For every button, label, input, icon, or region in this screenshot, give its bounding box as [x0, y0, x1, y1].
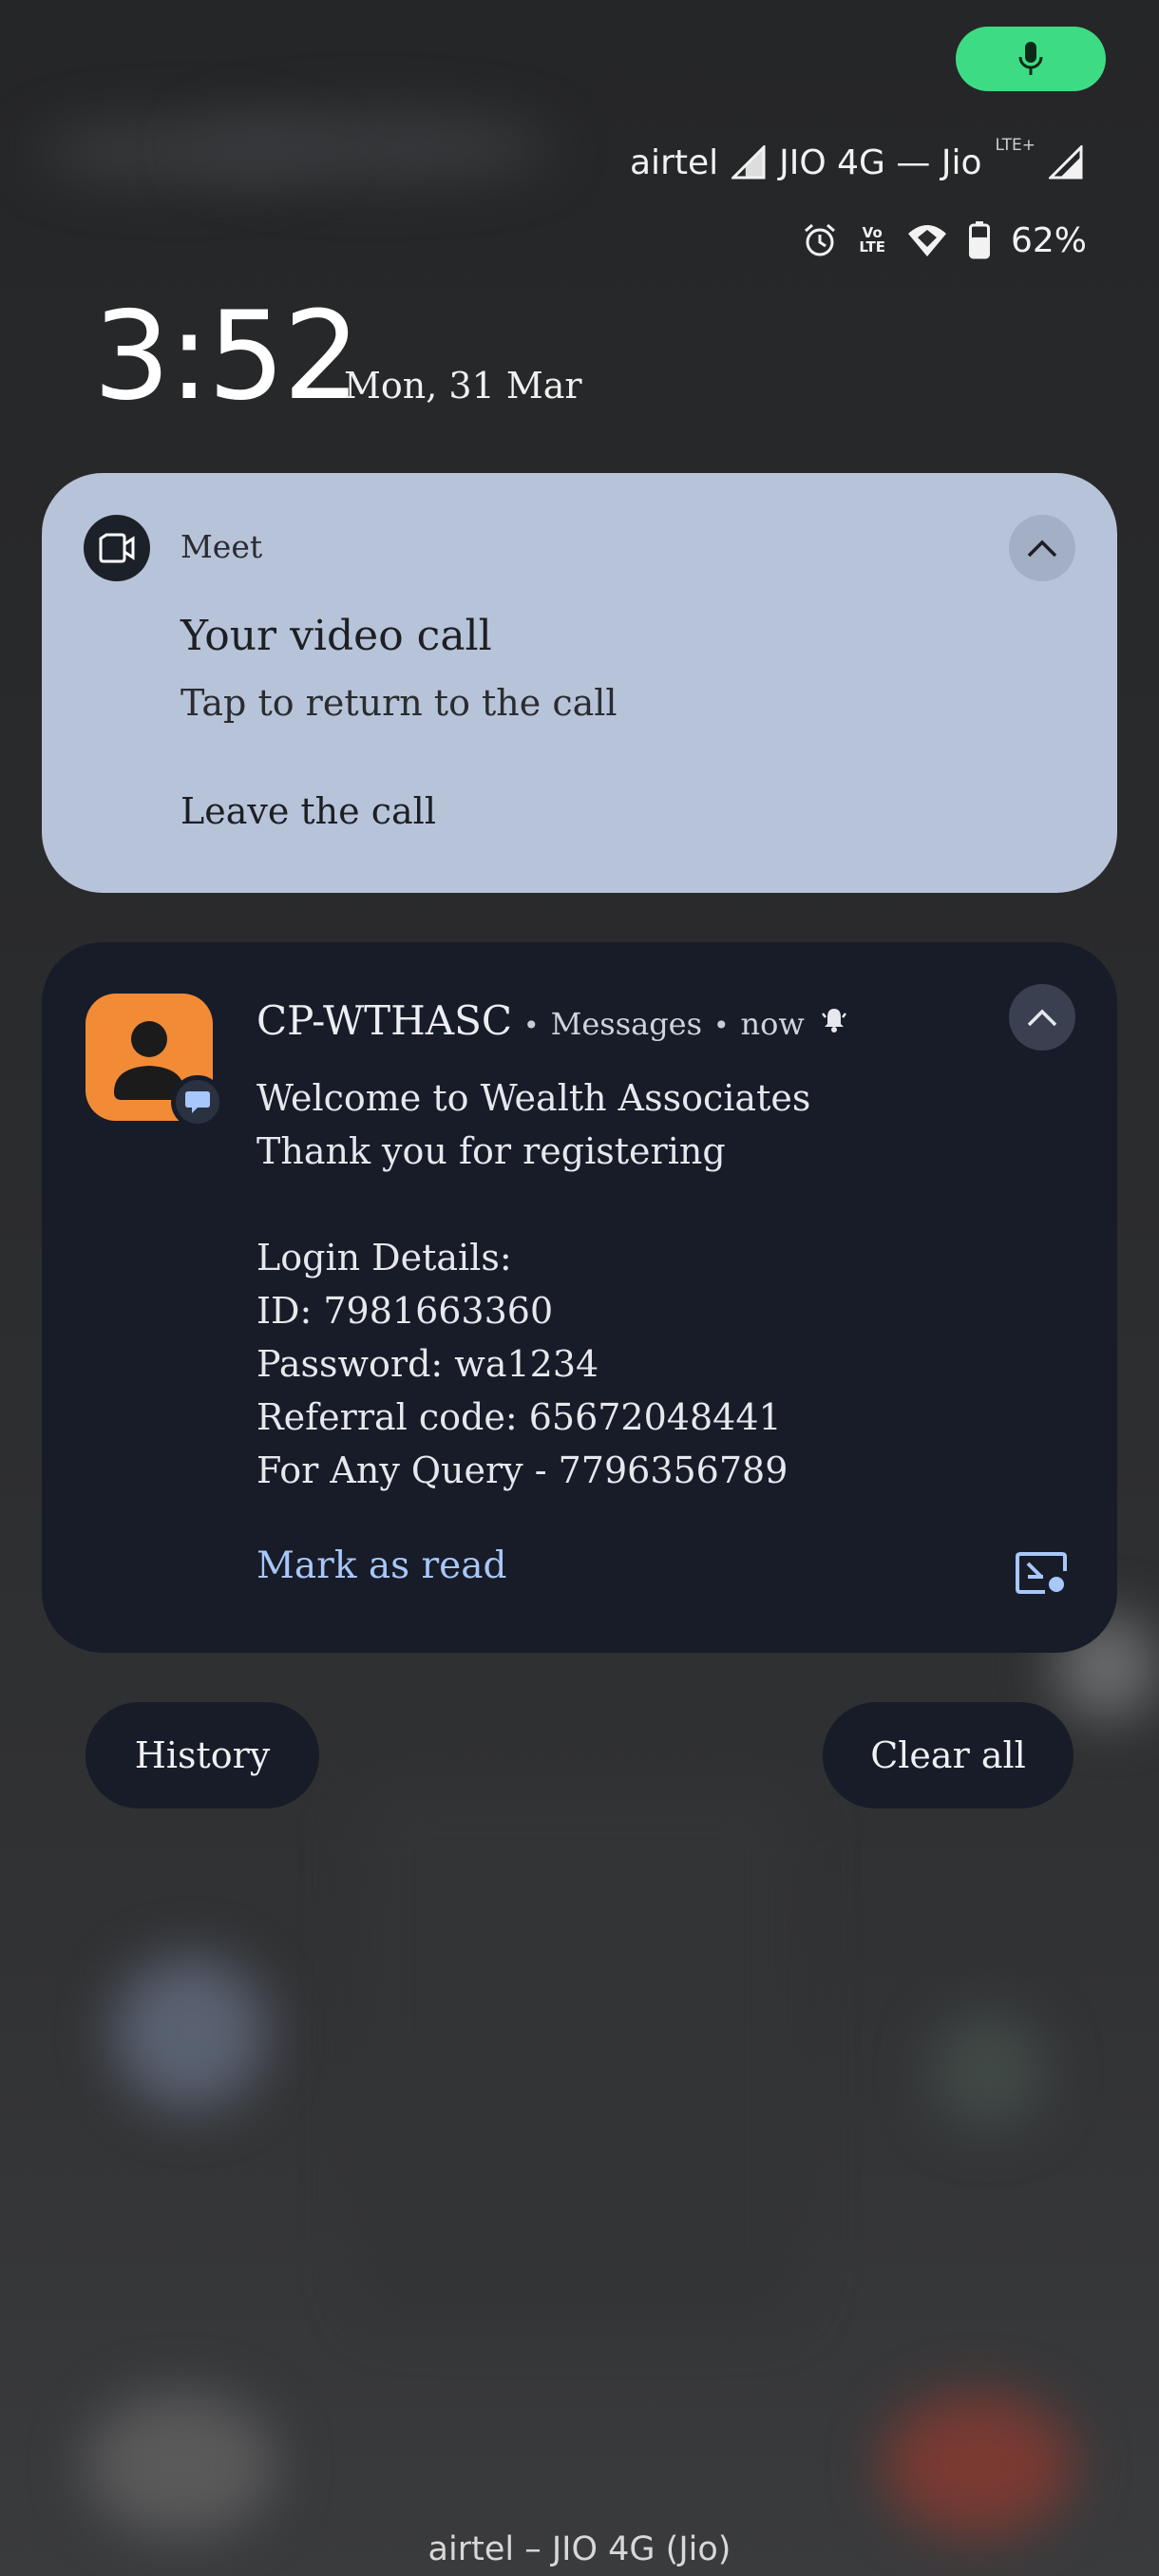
separator-dot: • — [523, 1010, 540, 1041]
mark-as-read-button[interactable]: Mark as read — [256, 1544, 506, 1587]
lockscreen-carrier-label: airtel – JIO 4G (Jio) — [428, 2530, 732, 2568]
video-camera-icon — [84, 515, 150, 581]
chevron-up-icon — [1027, 1009, 1057, 1027]
collapse-notification-button[interactable] — [1009, 515, 1075, 581]
history-button[interactable]: History — [86, 1702, 319, 1809]
alarm-icon — [805, 223, 836, 256]
meet-notification-card[interactable]: Meet Your video call Tap to return to th… — [42, 473, 1117, 893]
lockscreen-date: Mon, 31 Mar — [344, 365, 582, 407]
notification-text: Tap to return to the call — [180, 682, 618, 724]
messages-app-badge — [171, 1075, 224, 1128]
signal-strength-icon — [732, 145, 766, 180]
message-line: Welcome to Wealth Associates — [256, 1077, 811, 1119]
status-bar-carriers: airtel JIO 4G — Jio LTE+ — [630, 136, 1083, 184]
microphone-icon — [1018, 42, 1043, 75]
notification-app-name: Meet — [180, 528, 263, 565]
message-line: Referral code: 65672048441 — [256, 1396, 782, 1438]
open-as-bubble-button[interactable] — [1015, 1550, 1068, 1600]
message-line — [256, 1178, 1074, 1231]
battery-icon — [968, 221, 990, 259]
volte-icon: Vo LTE — [859, 226, 885, 255]
alerting-bell-icon — [821, 1009, 846, 1032]
leave-call-button[interactable]: Leave the call — [180, 790, 436, 832]
message-line: Thank you for registering — [256, 1130, 726, 1172]
message-line: ID: 7981663360 — [256, 1290, 554, 1332]
sender-name: CP-WTHASC — [256, 997, 513, 1044]
microphone-in-use-indicator[interactable] — [956, 27, 1106, 91]
wifi-icon — [907, 225, 946, 256]
chevron-up-icon — [1027, 540, 1057, 558]
notification-time: now — [740, 1006, 805, 1042]
carrier-airtel-label: airtel — [630, 142, 719, 182]
chat-bubble-icon — [185, 1091, 210, 1113]
carrier-jio-label: JIO 4G — Jio — [779, 142, 982, 182]
lockscreen-clock: 3:52 — [93, 286, 360, 427]
lte-plus-label: LTE+ — [995, 136, 1036, 155]
message-line: Login Details: — [256, 1237, 512, 1279]
message-line: Password: wa1234 — [256, 1343, 599, 1385]
notification-title: Your video call — [180, 612, 492, 660]
battery-percentage: 62% — [1010, 220, 1087, 260]
clear-all-button[interactable]: Clear all — [823, 1702, 1074, 1809]
message-notification-card[interactable]: CP-WTHASC • Messages • now Welcome to We… — [42, 942, 1117, 1653]
message-body: Welcome to Wealth Associates Thank you f… — [256, 1071, 1074, 1497]
bubble-icon — [1016, 1552, 1067, 1594]
status-bar-icons: Vo LTE 62% — [802, 217, 1087, 264]
notification-header: CP-WTHASC • Messages • now — [256, 997, 848, 1044]
notification-app-name: Messages — [550, 1006, 703, 1042]
volte-bottom-label: LTE — [859, 238, 885, 256]
separator-dot: • — [713, 1010, 730, 1041]
message-line: For Any Query - 7796356789 — [256, 1449, 788, 1491]
signal-strength-icon — [1049, 145, 1083, 180]
collapse-notification-button[interactable] — [1009, 984, 1075, 1051]
